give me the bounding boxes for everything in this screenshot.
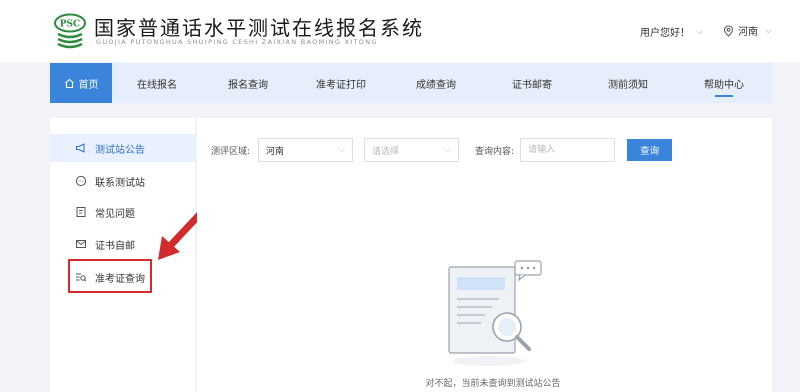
search-button[interactable]: 查询 <box>627 139 673 161</box>
nav-item-label: 证书邮寄 <box>512 79 552 91</box>
area-select[interactable]: 河南 ⌵ <box>258 138 354 162</box>
nav-item-help-center[interactable]: 帮助中心 <box>676 63 772 103</box>
sidebar-item-contact-site[interactable]: 联系测试站 <box>50 167 196 195</box>
nav-item-label: 测前须知 <box>608 79 648 91</box>
nav-item-label: 帮助中心 <box>704 79 744 91</box>
main-nav: 首页 在线报名 报名查询 准考证打印 成绩查询 证书邮寄 测前须知 帮助中心 <box>50 63 772 103</box>
area-select-value: 河南 <box>266 146 285 157</box>
site-header: PSC 国家普通话水平测试在线报名系统 GUOJIA PUTONGHUA SHU… <box>0 0 800 62</box>
nav-item-score-query[interactable]: 成绩查询 <box>388 63 484 103</box>
nav-item-signup-query[interactable]: 报名查询 <box>202 63 294 103</box>
nav-item-home[interactable]: 首页 <box>50 63 112 103</box>
home-icon <box>64 78 74 88</box>
sidebar-item-label: 联系测试站 <box>95 177 145 189</box>
region-label: 河南 <box>738 27 758 38</box>
nav-item-pretest-notice[interactable]: 测前须知 <box>580 63 676 103</box>
query-label: 查询内容: <box>475 146 515 157</box>
site-select-placeholder: 请选择 <box>372 146 400 157</box>
sidebar-item-site-notice[interactable]: 测试站公告 <box>50 134 196 162</box>
chevron-down-icon: ⌵ <box>765 25 772 36</box>
nav-item-online-signup[interactable]: 在线报名 <box>112 63 202 103</box>
chat-icon <box>75 175 87 187</box>
svg-text:PSC: PSC <box>60 20 80 30</box>
sidebar-item-label: 测试站公告 <box>95 144 145 156</box>
site-title: 国家普通话水平测试在线报名系统 <box>94 16 424 40</box>
notice-panel: 测评区域: 河南 ⌵ 请选择 ⌵ 查询内容: 查询 对不起，当前未查询到测试站公… <box>197 118 772 392</box>
empty-document-search-icon <box>448 260 542 366</box>
nav-item-label: 首页 <box>78 79 99 91</box>
document-icon <box>75 206 87 218</box>
nav-item-label: 报名查询 <box>228 79 268 91</box>
user-menu[interactable]: 用户您好！ ⌵ <box>640 24 703 40</box>
filter-bar: 测评区域: 河南 ⌵ 请选择 ⌵ 查询内容: 查询 <box>211 138 673 162</box>
mail-icon <box>75 238 87 250</box>
site-select[interactable]: 请选择 ⌵ <box>364 138 460 162</box>
region-selector[interactable]: 河南 ⌵ <box>723 23 772 38</box>
chevron-down-icon: ⌵ <box>696 26 703 37</box>
user-greeting: 用户您好！ <box>640 28 690 39</box>
nav-item-label: 准考证打印 <box>316 79 366 91</box>
nav-item-label: 在线报名 <box>137 79 177 91</box>
chevron-down-icon: ⌵ <box>444 145 452 155</box>
nav-item-label: 成绩查询 <box>416 79 456 91</box>
site-subtitle: GUOJIA PUTONGHUA SHUIPING CESHI ZAIXIAN … <box>96 38 378 46</box>
area-label: 测评区域: <box>211 146 251 157</box>
nav-item-ticket-print[interactable]: 准考证打印 <box>294 63 388 103</box>
location-pin-icon <box>723 24 734 37</box>
empty-state-message: 对不起，当前未查询到测试站公告 <box>425 379 561 389</box>
active-underline <box>715 95 733 97</box>
megaphone-icon <box>75 142 87 154</box>
chevron-down-icon: ⌵ <box>338 145 346 155</box>
nav-item-certificate-mail[interactable]: 证书邮寄 <box>484 63 580 103</box>
psc-logo-icon: PSC <box>54 13 86 49</box>
sidebar-item-label: 常见问题 <box>95 208 135 220</box>
query-input[interactable] <box>520 138 616 162</box>
annotation-highlight-box <box>68 259 152 293</box>
sidebar-item-label: 证书自邮 <box>95 240 135 252</box>
